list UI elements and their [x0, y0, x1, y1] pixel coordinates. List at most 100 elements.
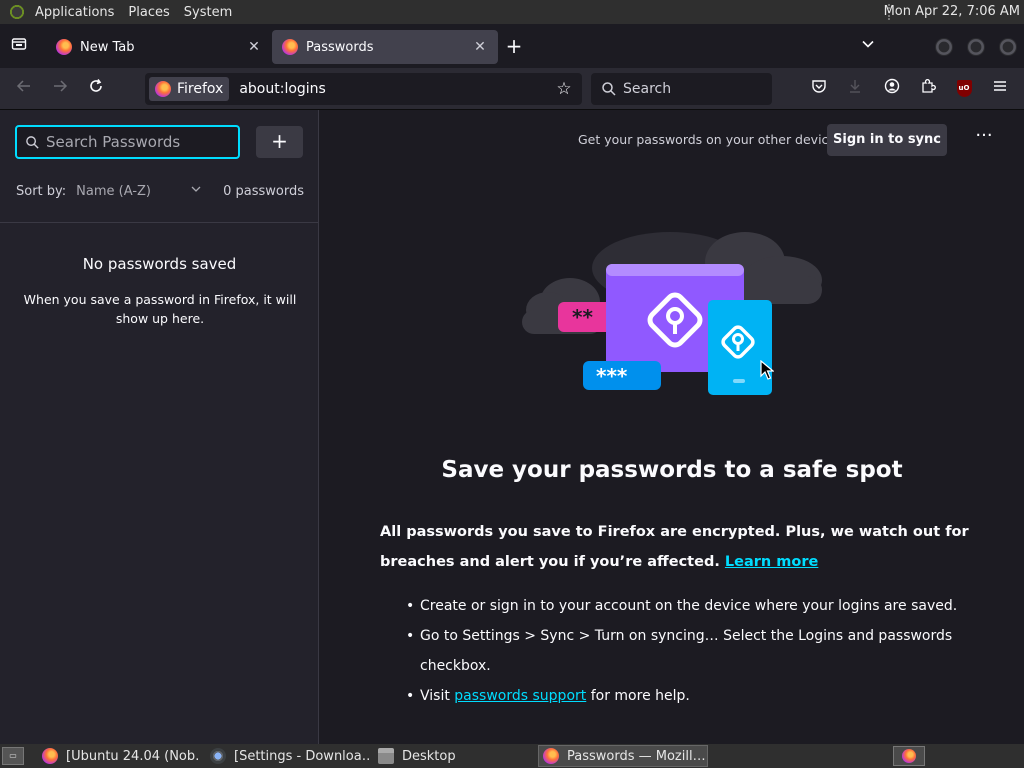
show-desktop-button[interactable]: ▭ — [2, 747, 24, 765]
create-login-button[interactable]: + — [256, 126, 303, 158]
learn-more-link[interactable]: Learn more — [725, 554, 818, 570]
password-mask-long: *** — [596, 364, 628, 388]
forward-button[interactable] — [49, 78, 71, 100]
password-count: 0 passwords — [223, 184, 304, 199]
chevron-down-icon — [862, 40, 874, 48]
menu-applications[interactable]: Applications — [28, 5, 121, 20]
list-item: Visit passwords support for more help. — [406, 681, 960, 711]
passwords-support-link[interactable]: passwords support — [454, 688, 586, 704]
taskbar-item-label: [Settings - Downloa… — [234, 748, 370, 764]
tab-bar: New Tab ✕ Passwords ✕ + — [0, 24, 1024, 68]
search-icon — [602, 82, 616, 96]
search-passwords-input[interactable] — [46, 133, 226, 151]
intro-headline: Save your passwords to a safe spot — [441, 457, 903, 483]
tab-title: New Tab — [80, 39, 135, 55]
distro-logo-icon[interactable] — [8, 3, 26, 21]
tab-new-tab[interactable]: New Tab ✕ — [46, 30, 272, 64]
firefox-icon — [902, 749, 916, 763]
url-text[interactable]: about:logins — [239, 81, 552, 97]
step3-prefix: Visit — [420, 688, 450, 704]
login-intro-panel: Get your passwords on your other devices… — [320, 110, 1024, 744]
identity-label: Firefox — [177, 81, 224, 97]
identity-box[interactable]: Firefox — [149, 77, 230, 101]
taskbar-item-label: Passwords — Mozill… — [567, 748, 706, 764]
search-passwords-box[interactable] — [15, 125, 240, 159]
sort-select[interactable]: Name (A-Z) — [76, 184, 151, 199]
list-item: Create or sign in to your account on the… — [406, 591, 960, 621]
password-illustration: ** *** — [522, 232, 822, 395]
ublock-button[interactable]: uO — [953, 78, 975, 100]
taskbar-item-active[interactable]: Passwords — Mozill… — [538, 745, 708, 767]
menu-system[interactable]: System — [177, 5, 239, 20]
logins-sidebar: + Sort by: Name (A-Z) 0 passwords No pas… — [0, 110, 319, 744]
back-button[interactable] — [13, 78, 35, 100]
firefox-view-icon — [11, 38, 27, 50]
sort-row: Sort by: Name (A-Z) 0 passwords — [16, 184, 304, 199]
close-tab-icon[interactable]: ✕ — [472, 39, 488, 55]
password-mask-short: ** — [572, 305, 593, 329]
url-bar[interactable]: Firefox about:logins ☆ — [145, 73, 582, 105]
intro-steps: Create or sign in to your account on the… — [406, 591, 960, 711]
app-menu-button[interactable] — [989, 78, 1011, 100]
close-window-button[interactable] — [999, 38, 1017, 56]
intro-text: All passwords you save to Firefox are en… — [380, 524, 969, 570]
taskbar: ▭ [Ubuntu 24.04 (Nob… [Settings - Downlo… — [0, 744, 1024, 768]
forward-arrow-icon — [54, 80, 68, 92]
taskbar-item-label: [Ubuntu 24.04 (Nob… — [66, 748, 198, 764]
empty-list-title: No passwords saved — [82, 255, 237, 273]
taskbar-item[interactable]: [Ubuntu 24.04 (Nob… — [38, 745, 198, 767]
firefox-view-button[interactable] — [8, 36, 30, 58]
menu-places[interactable]: Places — [121, 5, 176, 20]
back-arrow-icon — [16, 80, 30, 92]
panel-menu: Applications Places System — [0, 0, 239, 24]
sync-promo-text: Get your passwords on your other devices — [578, 132, 843, 147]
step3-suffix: for more help. — [590, 688, 690, 704]
top-panel: Applications Places System Mon Apr 22, 7… — [0, 0, 1024, 24]
empty-list-description: When you save a password in Firefox, it … — [23, 292, 297, 326]
reload-icon — [90, 79, 102, 92]
tray-firefox-button[interactable] — [893, 746, 925, 766]
nav-bar: Firefox about:logins ☆ Search uO — [0, 68, 1024, 110]
sign-in-to-sync-button[interactable]: Sign in to sync — [827, 124, 947, 156]
search-placeholder: Search — [623, 81, 672, 97]
divider — [0, 222, 319, 223]
firefox-icon — [543, 748, 559, 764]
taskbar-item[interactable]: [Settings - Downloa… — [206, 745, 370, 767]
hamburger-menu-icon — [994, 81, 1006, 91]
list-all-tabs-button[interactable] — [858, 37, 878, 57]
account-button[interactable] — [881, 78, 903, 100]
search-icon — [26, 135, 39, 149]
maximize-button[interactable] — [967, 38, 985, 56]
downloads-button[interactable] — [844, 78, 866, 100]
folder-icon — [378, 748, 394, 764]
reload-button[interactable] — [85, 78, 107, 100]
extensions-button[interactable] — [917, 78, 939, 100]
firefox-icon — [155, 81, 171, 97]
puzzle-icon — [922, 79, 936, 93]
bookmark-star-icon[interactable]: ☆ — [552, 79, 576, 99]
download-icon — [850, 80, 860, 93]
firefox-icon — [42, 748, 58, 764]
clock[interactable]: Mon Apr 22, 7:06 AM — [884, 0, 1020, 24]
taskbar-item-label: Desktop — [402, 748, 456, 764]
mouse-cursor-icon — [760, 360, 774, 380]
intro-paragraph: All passwords you save to Firefox are en… — [380, 517, 980, 577]
ublock-icon: uO — [956, 80, 972, 97]
chevron-down-icon[interactable] — [191, 184, 201, 199]
more-options-button[interactable]: ··· — [972, 127, 996, 152]
pocket-button[interactable] — [808, 78, 830, 100]
tab-passwords[interactable]: Passwords ✕ — [272, 30, 498, 64]
pocket-icon — [812, 80, 826, 93]
taskbar-item[interactable]: Desktop — [374, 745, 534, 767]
firefox-icon — [56, 39, 72, 55]
account-icon — [884, 78, 900, 94]
minimize-button[interactable] — [935, 38, 953, 56]
list-item: Go to Settings > Sync > Turn on syncing…… — [406, 621, 960, 681]
sort-label: Sort by: — [16, 184, 67, 199]
close-tab-icon[interactable]: ✕ — [246, 39, 262, 55]
chrome-icon — [210, 748, 226, 764]
firefox-icon — [282, 39, 298, 55]
search-bar[interactable]: Search — [591, 73, 772, 105]
tab-title: Passwords — [306, 39, 374, 55]
new-tab-button[interactable]: + — [504, 36, 524, 57]
